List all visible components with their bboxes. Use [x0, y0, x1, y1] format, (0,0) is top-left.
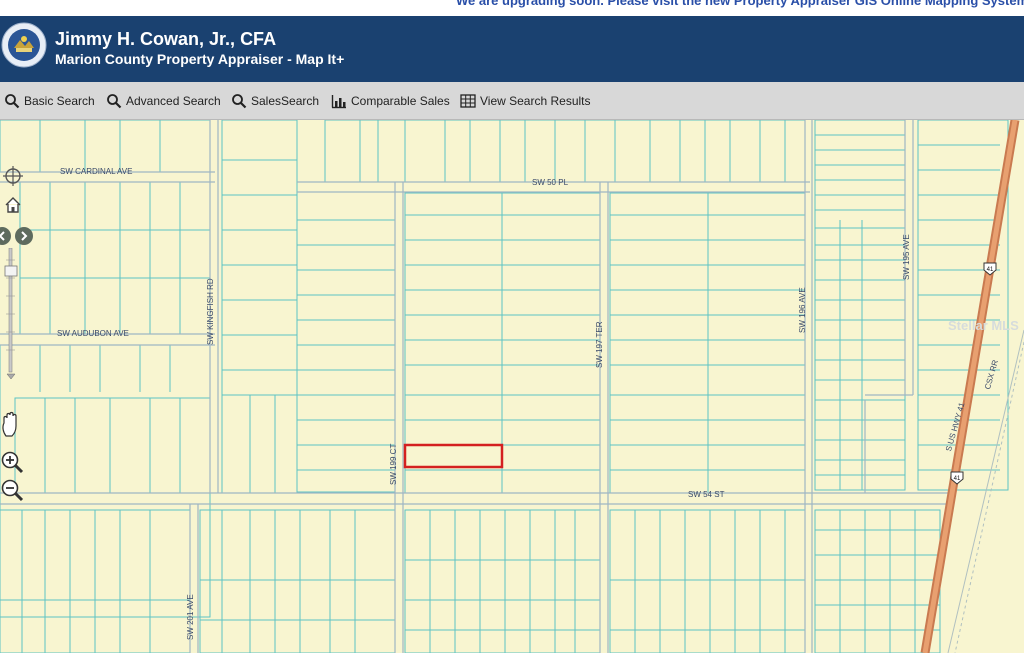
- magnifier-icon: [5, 94, 20, 109]
- magnifier-icon: [232, 94, 247, 109]
- basic-search-label: Basic Search: [24, 94, 95, 108]
- page-title: Jimmy H. Cowan, Jr., CFA: [55, 29, 277, 49]
- hwy-41-shield-bottom-label: 41: [954, 476, 961, 482]
- county-seal-icon: [1, 22, 47, 68]
- upgrade-notice-text[interactable]: We are upgrading soon. Please visit the …: [456, 0, 1024, 8]
- map-canvas[interactable]: 41 41 SW CARDINAL AVE SW 50 PL SW AUDUBO…: [0, 120, 1024, 653]
- parcel-map[interactable]: 41 41: [0, 120, 1024, 653]
- zoom-in-icon[interactable]: [0, 450, 24, 474]
- street-label-sw-196-ave: SW 196 AVE: [798, 287, 807, 333]
- home-icon[interactable]: [4, 196, 22, 214]
- advanced-search-label: Advanced Search: [126, 94, 221, 108]
- street-label-sw-201-ave: SW 201 AVE: [186, 594, 195, 640]
- magnifier-icon: [107, 94, 122, 109]
- zoom-slider-handle: [4, 265, 18, 277]
- street-label-sw-kingfish-rd: SW KINGFISH RD: [206, 278, 215, 345]
- advanced-search-button[interactable]: Advanced Search: [106, 91, 221, 111]
- street-label-sw-199-ct: SW 199 CT: [389, 443, 398, 485]
- comparable-sales-button[interactable]: Comparable Sales: [331, 91, 450, 111]
- street-label-sw-197-ter: SW 197 TER: [595, 321, 604, 368]
- comparable-sales-label: Comparable Sales: [351, 94, 450, 108]
- hwy-41-shield-top-label: 41: [987, 267, 994, 273]
- basic-search-button[interactable]: Basic Search: [4, 91, 95, 111]
- bar-chart-icon: [331, 95, 346, 109]
- street-label-sw-195-ave: SW 195 AVE: [902, 234, 911, 280]
- street-label-sw-54-st: SW 54 ST: [688, 490, 725, 499]
- street-label-sw-cardinal-ave: SW CARDINAL AVE: [60, 167, 133, 176]
- toolbar: Basic Search Advanced Search SalesSearch…: [0, 82, 1024, 120]
- pan-arrows-icon[interactable]: [0, 224, 36, 248]
- mls-watermark: Stellar MLS: [948, 318, 1019, 333]
- view-search-results-label: View Search Results: [480, 94, 591, 108]
- zoom-out-icon[interactable]: [0, 478, 24, 502]
- app-header: Jimmy H. Cowan, Jr., CFA Marion County P…: [0, 16, 1024, 82]
- sales-search-button[interactable]: SalesSearch: [231, 91, 319, 111]
- grid-icon: [460, 94, 476, 108]
- locate-icon[interactable]: [2, 165, 24, 187]
- view-search-results-button[interactable]: View Search Results: [460, 91, 591, 111]
- street-label-sw-audubon-ave: SW AUDUBON AVE: [57, 329, 129, 338]
- street-label-sw-50-pl: SW 50 PL: [532, 178, 569, 187]
- pan-hand-icon[interactable]: [0, 410, 22, 438]
- page-subtitle: Marion County Property Appraiser - Map I…: [55, 51, 345, 67]
- sales-search-label: SalesSearch: [251, 94, 320, 108]
- zoom-slider[interactable]: [4, 248, 18, 380]
- upgrade-notice-banner: We are upgrading soon. Please visit the …: [0, 0, 1024, 16]
